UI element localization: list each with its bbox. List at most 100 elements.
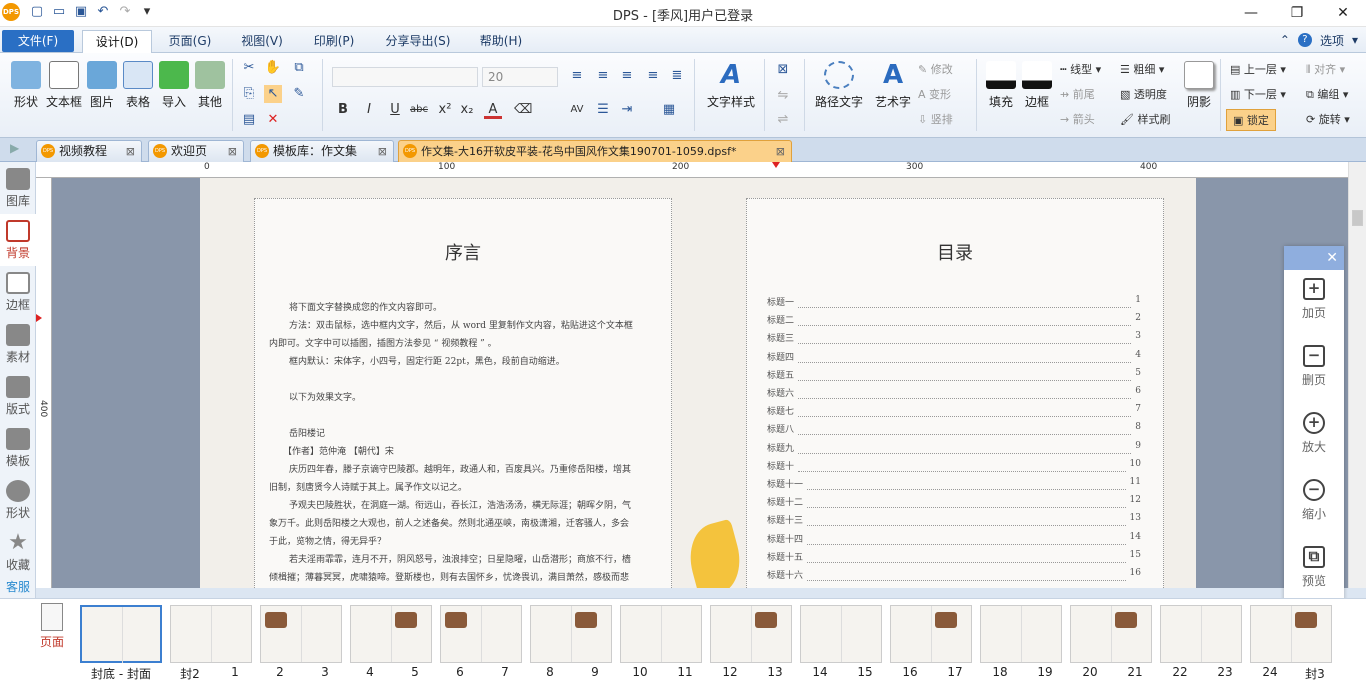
transparency-button[interactable]: ▧ 透明度: [1120, 86, 1167, 102]
right-page-toc[interactable]: 目录 标题一 1 标题二 2 标题三 3 标题四 4 标题五 5 标题六 6 标题七 7 标题八 8 标题九 9 标…: [746, 198, 1164, 588]
copy-icon[interactable]: ⎘: [240, 85, 258, 103]
delete-page-button[interactable]: − 删页: [1284, 345, 1344, 404]
bold-icon[interactable]: B: [334, 101, 352, 119]
doc-tab-template-library[interactable]: DPS 模板库：作文集 ⊠: [250, 140, 394, 162]
paste-special-icon[interactable]: ⧉: [290, 59, 308, 77]
panel-close-button[interactable]: ✕: [1284, 246, 1344, 270]
underline-icon[interactable]: U: [386, 101, 404, 119]
table-button[interactable]: 表格: [122, 61, 154, 110]
page-thumbnail[interactable]: [890, 605, 972, 663]
other-button[interactable]: 其他: [194, 61, 226, 110]
left-page-preface[interactable]: 序言 将下面文字替换成您的作文内容即可。 方法：双击鼠标，选中框内文字，然后，从 …: [254, 198, 672, 588]
page-thumbnail[interactable]: [80, 605, 162, 663]
sidebar-item-support[interactable]: 客服: [0, 578, 36, 598]
page-thumbnail[interactable]: [170, 605, 252, 663]
page-thumbnail[interactable]: [620, 605, 702, 663]
page-thumbnail[interactable]: [350, 605, 432, 663]
close-tab-icon[interactable]: ⊠: [776, 141, 785, 162]
art-modify-button[interactable]: ✎ 修改: [918, 61, 953, 77]
align-button[interactable]: ⫴ 对齐 ▾: [1306, 61, 1345, 77]
arrow-button[interactable]: → 箭头: [1060, 111, 1095, 127]
page-thumbnail[interactable]: [1160, 605, 1242, 663]
justify-icon[interactable]: ≡: [644, 67, 662, 85]
text-style-button[interactable]: A 文字样式: [704, 61, 758, 110]
sidebar-item-background[interactable]: 背景: [0, 214, 36, 266]
tab-help[interactable]: 帮助(H): [470, 30, 532, 52]
page-thumbnail[interactable]: [1070, 605, 1152, 663]
help-icon[interactable]: ?: [1297, 33, 1312, 47]
page-thumbnail[interactable]: [440, 605, 522, 663]
close-tab-icon[interactable]: ⊠: [378, 141, 387, 162]
import-button[interactable]: 导入: [158, 61, 190, 110]
sidebar-item-material[interactable]: 素材: [0, 318, 36, 370]
doc-tab-current-document[interactable]: DPS 作文集-大16开软皮平装-花鸟中国风作文集190701-1059.dpsf…: [398, 140, 792, 162]
sidebar-item-template[interactable]: 模板: [0, 422, 36, 474]
tab-view[interactable]: 视图(V): [232, 30, 292, 52]
page-thumbnail[interactable]: [710, 605, 792, 663]
pages-tab[interactable]: 页面: [36, 601, 68, 681]
sidebar-item-shape[interactable]: 形状: [0, 474, 36, 526]
image-button[interactable]: 图片: [86, 61, 118, 110]
vertical-scrollbar[interactable]: [1348, 162, 1366, 588]
page-thumbnail[interactable]: [1250, 605, 1332, 663]
tab-file[interactable]: 文件(F): [2, 30, 74, 52]
italic-icon[interactable]: I: [360, 101, 378, 119]
align-left-icon[interactable]: ≡: [568, 67, 586, 85]
close-tab-icon[interactable]: ⊠: [126, 141, 135, 162]
close-button[interactable]: ✕: [1320, 0, 1366, 27]
font-color-icon[interactable]: A: [484, 101, 502, 119]
unlink-text-icon[interactable]: ⇌: [774, 111, 792, 129]
options-dropdown-icon[interactable]: ▾: [1352, 33, 1358, 47]
tab-design[interactable]: 设计(D): [82, 30, 152, 54]
sidebar-item-border[interactable]: 边框: [0, 266, 36, 318]
design-canvas[interactable]: 序言 将下面文字替换成您的作文内容即可。 方法：双击鼠标，选中框内文字，然后，从 …: [52, 178, 1348, 588]
page-thumbnail[interactable]: [260, 605, 342, 663]
rotate-button[interactable]: ⟳ 旋转 ▾: [1306, 111, 1350, 127]
border-button[interactable]: 边框: [1020, 61, 1054, 110]
sidebar-item-gallery[interactable]: 图库: [0, 162, 36, 214]
group-button[interactable]: ⧉ 编组 ▾: [1306, 86, 1348, 102]
superscript-icon[interactable]: x²: [436, 101, 454, 119]
page-thumbnail[interactable]: [530, 605, 612, 663]
collapse-ribbon-icon[interactable]: ⌃: [1280, 33, 1290, 47]
shape-button[interactable]: 形状: [8, 61, 44, 110]
close-tab-icon[interactable]: ⊠: [228, 141, 237, 162]
tab-share-export[interactable]: 分享导出(S): [376, 30, 460, 52]
tab-print[interactable]: 印刷(P): [304, 30, 364, 52]
maximize-button[interactable]: ❐: [1274, 0, 1320, 27]
indent-icon[interactable]: ⇥: [618, 101, 636, 119]
cut-icon[interactable]: ✂: [240, 59, 258, 77]
options-button[interactable]: 选项: [1320, 32, 1344, 49]
collapse-panel-icon[interactable]: ▶: [10, 141, 19, 155]
paste-icon[interactable]: ▤: [240, 111, 258, 129]
line-head-button[interactable]: ⇸ 前尾: [1060, 86, 1095, 102]
sidebar-item-favorites[interactable]: ★ 收藏: [0, 526, 36, 578]
fill-button[interactable]: 填充: [984, 61, 1018, 110]
align-center-icon[interactable]: ≡: [594, 67, 612, 85]
zoom-out-button[interactable]: − 缩小: [1284, 479, 1344, 538]
path-text-button[interactable]: 路径文字: [812, 61, 866, 110]
align-right-icon[interactable]: ≡: [618, 67, 636, 85]
zoom-in-button[interactable]: + 放大: [1284, 412, 1344, 471]
textbox-button[interactable]: 文本框: [44, 61, 84, 110]
link-text-icon[interactable]: ⇋: [774, 87, 792, 105]
line-weight-button[interactable]: ☰ 粗细 ▾: [1120, 61, 1164, 77]
bring-forward-button[interactable]: ▤ 上一层 ▾: [1230, 61, 1286, 77]
minimize-button[interactable]: —: [1228, 0, 1274, 27]
hand-tool-icon[interactable]: ✋: [264, 59, 282, 77]
style-brush-button[interactable]: 🖌 样式刷: [1120, 111, 1170, 127]
shadow-button[interactable]: 阴影: [1182, 61, 1216, 110]
sidebar-item-layout[interactable]: 版式: [0, 370, 36, 422]
select-pointer-icon[interactable]: ↖: [264, 85, 282, 103]
format-painter-icon[interactable]: ✎: [290, 85, 308, 103]
subscript-icon[interactable]: x₂: [458, 101, 476, 119]
preview-button[interactable]: ⧉ 预览: [1284, 546, 1344, 605]
art-vertical-button[interactable]: ⇩ 竖排: [918, 111, 953, 127]
text-fit-icon[interactable]: ⊠: [774, 61, 792, 79]
add-page-button[interactable]: + 加页: [1284, 278, 1344, 337]
distribute-icon[interactable]: ≣: [668, 67, 686, 85]
doc-tab-welcome[interactable]: DPS 欢迎页 ⊠: [148, 140, 244, 162]
tab-page[interactable]: 页面(G): [160, 30, 220, 52]
font-family-select[interactable]: [332, 67, 478, 87]
char-spacing-icon[interactable]: AV: [568, 101, 586, 119]
